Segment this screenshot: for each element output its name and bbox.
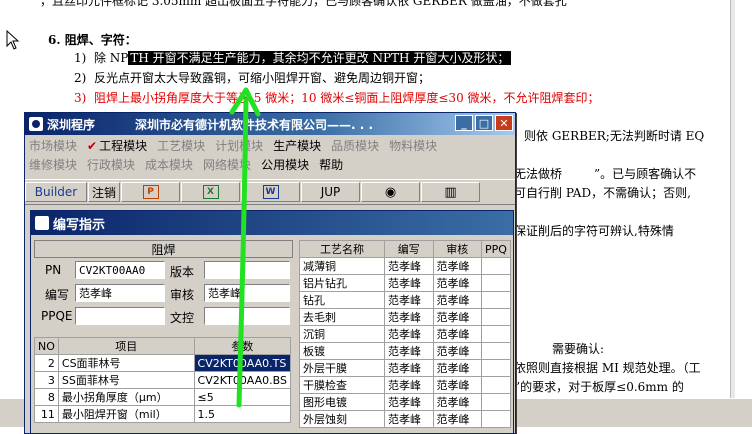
write-instruction-window: 编写指示 阻焊 PN CV2KT00AA0 版本 编写 范孝峰 审核 范孝峰 P… (30, 210, 514, 433)
doc-right-line: 可自行削 PAD，不需确认；否则, (514, 186, 691, 200)
process-table: 工艺名称 编写 审核 PPQ 减薄铜 范孝峰 范孝峰 铝片钻孔 范孝峰 范孝峰 钻孔 范孝… (299, 240, 511, 428)
table-row[interactable]: 外层干膜 范孝峰 范孝峰 (299, 359, 511, 377)
word-icon: W (262, 185, 279, 199)
child-titlebar[interactable]: 编写指示 (31, 211, 513, 235)
column-header[interactable]: 参数 (193, 337, 292, 355)
menu-production[interactable]: 生产模块 (273, 137, 321, 156)
column-header[interactable]: 项目 (57, 337, 195, 355)
column-header[interactable]: 审核 (432, 240, 482, 258)
table-row[interactable]: 铝片钻孔 范孝峰 范孝峰 (299, 274, 511, 292)
view-button[interactable]: ◉ (361, 182, 420, 202)
menu-cost[interactable]: 成本模块 (145, 156, 193, 175)
powerpoint-button[interactable]: P (121, 182, 180, 202)
window-title-company: 深圳市必有德计 (135, 117, 220, 132)
table-row[interactable]: 沉铜 范孝峰 范孝峰 (299, 325, 511, 343)
pn-label: PN (45, 263, 62, 277)
checkmark-icon: ✔ (87, 139, 98, 153)
doc-item-2: 2) 反光点开窗太大导致露铜，可缩小阻焊开窗、避免周边铜开窗； (74, 71, 430, 85)
table-row[interactable]: 去毛刺 范孝峰 范孝峰 (299, 308, 511, 326)
author-label: 编写 (45, 288, 70, 302)
menu-process[interactable]: 工艺模块 (157, 137, 205, 156)
excel-icon: X (202, 185, 219, 199)
child-window-title: 编写指示 (53, 217, 106, 233)
doc-right-line: 则依 GERBER;无法判断时请 EQ (524, 129, 705, 143)
menu-engineering[interactable]: ✔ 工程模块 (87, 137, 147, 156)
doc-right-line: 无法做桥 (514, 167, 563, 181)
doc-control-field[interactable] (204, 307, 290, 325)
app-icon (29, 117, 43, 131)
menu-help[interactable]: 帮助 (319, 156, 343, 175)
menu-material[interactable]: 物料模块 (389, 137, 437, 156)
parameter-table: NO 项目 参数 2 CS面菲林号 CV2KT00AA0.TS 3 SS面菲林号… (34, 337, 292, 423)
table-row[interactable]: 钻孔 范孝峰 范孝峰 (299, 291, 511, 309)
version-label: 版本 (170, 265, 195, 279)
excel-button[interactable]: X (181, 182, 240, 202)
doc-top-line: ，且丝印元件框标记 3.05mm 超出板面五字符能力，已与顾客确认依 GERBE… (40, 0, 567, 8)
doc-right-line: ”的要求，对于板厚≤0.6mm 的 (514, 380, 684, 394)
table-row[interactable]: 板镀 范孝峰 范孝峰 (299, 342, 511, 360)
table-row[interactable]: 干膜检查 范孝峰 范孝峰 (299, 376, 511, 394)
menu-common[interactable]: 公用模块 (261, 156, 309, 175)
table-row[interactable]: 图形电镀 范孝峰 范孝峰 (299, 393, 511, 411)
doc-heading: 6. 阻焊、字符： (48, 33, 137, 47)
column-header[interactable]: 工艺名称 (299, 240, 385, 258)
doc-item-3: 3) 阻焊上最小拐角厚度大于等于 5 微米；10 微米≤铜面上阻焊厚度≤30 微… (74, 91, 600, 105)
window-title: 深圳程序 (47, 117, 96, 132)
doc-right-line: ”。已与顾客确认不 (594, 167, 697, 181)
maximize-button[interactable]: □ (475, 115, 493, 131)
builder-button[interactable]: Builder (25, 182, 87, 202)
eye-icon: ◉ (384, 184, 397, 200)
menu-admin[interactable]: 行政模块 (87, 156, 135, 175)
table-row[interactable]: 2 CS面菲林号 CV2KT00AA0.TS (34, 354, 292, 372)
table-row[interactable]: 减薄铜 范孝峰 范孝峰 (299, 257, 511, 275)
selected-cell: CV2KT00AA0.TS (193, 354, 292, 372)
table-row[interactable]: 外层蚀刻 范孝峰 范孝峰 (299, 410, 511, 428)
close-button[interactable]: ✕ (495, 115, 513, 131)
doc-right-line: 需要确认: (552, 342, 605, 356)
menu-quality[interactable]: 品质模块 (331, 137, 379, 156)
logout-button[interactable]: 注销 (88, 182, 120, 202)
powerpoint-icon: P (142, 185, 159, 199)
selected-text: TH 开窗不满足生产能力，其余均不允许更改 NPTH 开窗大小及形状； (128, 51, 512, 65)
table-row[interactable]: 8 最小拐角厚度（μm） ≤5 (34, 388, 292, 406)
column-header[interactable]: 编写 (384, 240, 434, 258)
table-row[interactable]: 3 SS面菲林号 CV2KT00AA0.BS (34, 371, 292, 389)
word-button[interactable]: W (241, 182, 300, 202)
column-header[interactable]: PPQ (481, 240, 511, 258)
review-field[interactable]: 范孝峰 (204, 284, 290, 302)
minimize-button[interactable]: _ (455, 115, 473, 131)
doc-control-label: 文控 (170, 311, 195, 325)
main-app-window: 深圳程序 深圳市必有德计 机软件技术有限公司——. . . _ □ ✕ 市场模块… (24, 112, 516, 434)
window-titlebar[interactable]: 深圳程序 深圳市必有德计 机软件技术有限公司——. . . _ □ ✕ (25, 113, 515, 135)
table-row[interactable]: 11 最小阻焊开窗（mil） 1.5 (34, 405, 292, 423)
menu-plan[interactable]: 计划模块 (215, 137, 263, 156)
trash-button[interactable]: ▥ (421, 182, 480, 202)
pn-field[interactable]: CV2KT00AA0 (75, 261, 165, 279)
mouse-pointer-icon (6, 30, 20, 50)
trash-icon: ▥ (444, 184, 457, 200)
menu-market[interactable]: 市场模块 (29, 137, 77, 156)
ppqe-field[interactable] (75, 307, 165, 325)
column-header[interactable]: NO (34, 337, 59, 355)
version-field[interactable] (204, 261, 290, 279)
form-section-title: 阻焊 (34, 240, 293, 258)
window-title-tail: 机软件技术有限公司——. . . (219, 117, 374, 132)
menu-maintenance[interactable]: 维修模块 (29, 156, 77, 175)
doc-right-line: 依照则直接根据 MI 规范处理。（工 (514, 361, 701, 375)
doc-item-1: 1) 除 NP TH 开窗不满足生产能力，其余均不允许更改 NPTH 开窗大小及形… (74, 51, 512, 65)
child-window-icon (35, 216, 49, 230)
menu-network[interactable]: 网络模块 (203, 156, 251, 175)
jup-button[interactable]: JUP (301, 182, 360, 202)
review-label: 审核 (170, 288, 195, 302)
vertical-scrollbar[interactable] (730, 0, 735, 398)
module-menu: 市场模块 ✔ 工程模块 工艺模块 计划模块 生产模块 品质模块 物料模块 维修模块… (25, 135, 515, 179)
ppqe-label: PPQE (41, 309, 73, 323)
toolbar: Builder 注销 P X W JUP ◉ ▥ (25, 179, 515, 205)
doc-right-line: 保证削后的字符可辨认,特殊情 (514, 224, 674, 238)
author-field[interactable]: 范孝峰 (75, 284, 165, 302)
